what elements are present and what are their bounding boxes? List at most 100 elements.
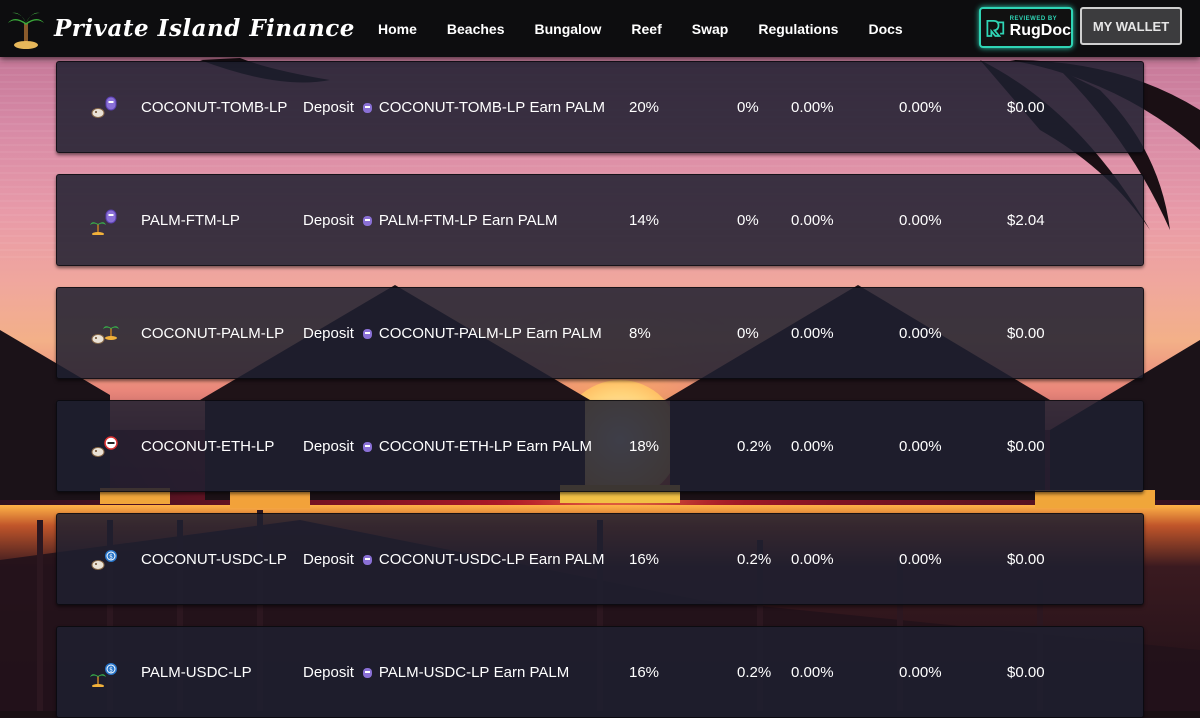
tvl: $0.00 [1007,324,1045,342]
tvl: $0.00 [1007,98,1045,116]
tomb-icon [105,96,117,111]
apr: 0.00% [791,437,834,455]
farm-description: Deposit COCONUT-PALM-LP Earn PALM [303,288,602,378]
earn-label: Earn PALM [493,663,570,681]
coconut-icon [91,108,105,118]
farm-row-coconut-usdc-lp[interactable]: $ COCONUT-USDC-LP Deposit COCONUT-USDC-L… [56,513,1144,605]
allocation: 18% [629,437,660,455]
lp-pair-icon: $ [91,550,117,570]
palm-icon [90,674,106,687]
nav-beaches[interactable]: Beaches [447,21,505,37]
allocation: 16% [629,550,660,568]
daily-apr: 0.00% [899,663,942,681]
deposit-word: Deposit [303,324,354,342]
tomb-mini-icon [362,667,372,678]
tomb-mini-icon [362,441,372,452]
apr: 0.00% [791,211,834,229]
farm-row-palm-ftm-lp[interactable]: PALM-FTM-LP Deposit PALM-FTM-LP Earn PAL… [56,174,1144,266]
deposit-fee: 0% [737,98,759,116]
farm-description: Deposit COCONUT-USDC-LP Earn PALM [303,514,604,604]
svg-text:$: $ [109,667,113,674]
daily-apr: 0.00% [899,211,942,229]
lp-label: PALM-FTM-LP [378,211,478,229]
deposit-fee: 0% [737,324,759,342]
lp-label: PALM-USDC-LP [378,663,490,681]
farm-description: Deposit PALM-FTM-LP Earn PALM [303,175,558,265]
palm-tree-icon [8,12,44,49]
daily-apr: 0.00% [899,324,942,342]
farm-row-coconut-tomb-lp[interactable]: COCONUT-TOMB-LP Deposit COCONUT-TOMB-LP … [56,61,1144,153]
tvl: $0.00 [1007,550,1045,568]
brand-title: Private Island Finance [54,15,355,42]
tomb-mini-icon [362,102,372,113]
nav-swap[interactable]: Swap [692,21,729,37]
apr: 0.00% [791,550,834,568]
nav-regulations[interactable]: Regulations [758,21,838,37]
rugdoc-badge[interactable]: REVIEWED BY RugDoc [979,7,1073,48]
nav-home[interactable]: Home [378,21,417,37]
deposit-word: Deposit [303,211,354,229]
brand[interactable]: Private Island Finance [4,7,364,51]
earn-label: Earn PALM [529,98,606,116]
lp-label: COCONUT-USDC-LP [378,550,525,568]
svg-text:$: $ [109,554,113,561]
rugdoc-logo-icon [986,19,1005,37]
deposit-fee: 0.2% [737,550,772,568]
daily-apr: 0.00% [899,98,942,116]
lp-pair-icon [91,326,119,344]
earn-label: Earn PALM [528,550,605,568]
my-wallet-button[interactable]: MY WALLET [1080,7,1182,45]
deposit-word: Deposit [303,663,354,681]
eth-icon [104,436,118,450]
apr: 0.00% [791,663,834,681]
rugdoc-name: RugDoc [1009,22,1071,39]
coconut-icon [91,560,105,570]
farm-description: Deposit PALM-USDC-LP Earn PALM [303,627,569,717]
lp-pair-icon [90,209,117,235]
farm-description: Deposit COCONUT-ETH-LP Earn PALM [303,401,592,491]
tvl: $0.00 [1007,437,1045,455]
tvl: $2.04 [1007,211,1045,229]
earn-label: Earn PALM [481,211,558,229]
farm-description: Deposit COCONUT-TOMB-LP Earn PALM [303,62,605,152]
lp-label: COCONUT-PALM-LP [378,324,522,342]
deposit-word: Deposit [303,437,354,455]
nav-docs[interactable]: Docs [868,21,902,37]
nav-reef[interactable]: Reef [631,21,661,37]
farm-name: PALM-FTM-LP [141,211,240,229]
farm-name: COCONUT-PALM-LP [141,324,285,342]
tomb-mini-icon [362,215,372,226]
tvl: $0.00 [1007,663,1045,681]
tomb-mini-icon [362,328,372,339]
deposit-word: Deposit [303,550,354,568]
deposit-fee: 0.2% [737,663,772,681]
farm-name: COCONUT-TOMB-LP [141,98,288,116]
apr: 0.00% [791,98,834,116]
palm-icon [103,326,119,340]
nav-bungalow[interactable]: Bungalow [535,21,602,37]
farm-row-coconut-palm-lp[interactable]: COCONUT-PALM-LP Deposit COCONUT-PALM-LP … [56,287,1144,379]
earn-label: Earn PALM [516,437,592,455]
palm-icon [90,222,106,235]
allocation: 16% [629,663,660,681]
tomb-mini-icon [362,554,372,565]
farm-row-palm-usdc-lp[interactable]: $ PALM-USDC-LP Deposit PALM-USDC-LP Earn… [56,626,1144,718]
allocation: 8% [629,324,651,342]
daily-apr: 0.00% [899,437,942,455]
farm-name: COCONUT-USDC-LP [141,550,287,568]
farm-row-coconut-eth-lp[interactable]: COCONUT-ETH-LP Deposit COCONUT-ETH-LP Ea… [56,400,1144,492]
deposit-word: Deposit [303,98,354,116]
deposit-fee: 0% [737,211,759,229]
coconut-icon [91,447,105,457]
allocation: 14% [629,211,660,229]
tomb-icon [105,209,117,224]
lp-pair-icon [91,96,117,118]
usdc-icon: $ [105,663,117,675]
lp-pair-icon: $ [90,663,117,687]
lp-label: COCONUT-ETH-LP [378,437,513,455]
allocation: 20% [629,98,660,116]
coconut-icon [91,334,105,344]
earn-label: Earn PALM [526,324,602,342]
farm-name: COCONUT-ETH-LP [141,437,275,455]
top-nav-bar: Private Island Finance Home Beaches Bung… [0,0,1200,57]
